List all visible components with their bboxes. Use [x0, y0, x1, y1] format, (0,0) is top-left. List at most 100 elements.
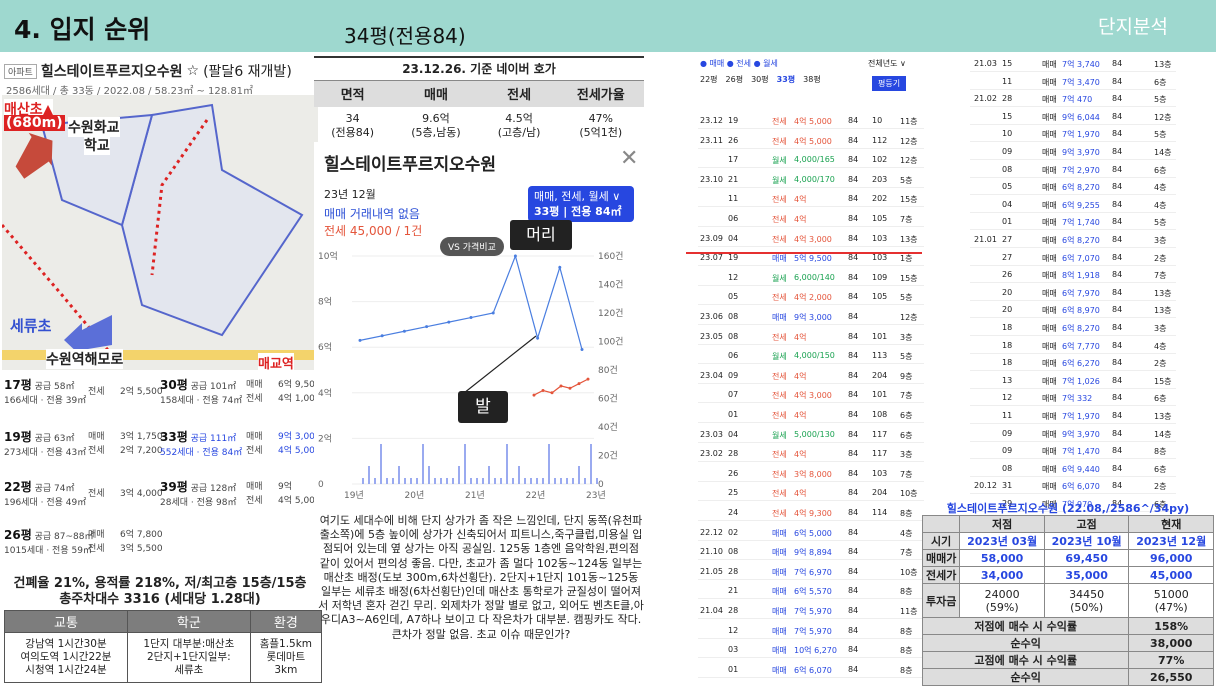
- table-row[interactable]: 21.10 08 매매 84 7층 9억 8,894: [698, 543, 924, 561]
- table-row[interactable]: 05 전세 84 105 5층 4억 2,000: [698, 288, 924, 306]
- listing-30[interactable]: 30평 공급 101㎡ 158세대 · 전용 74㎡: [160, 376, 242, 406]
- table-row[interactable]: 13 매매 7억 1,026 84 15층: [970, 371, 1176, 389]
- table-row[interactable]: 06 전세 84 105 7층 4억: [698, 210, 924, 227]
- size-tab[interactable]: 22평: [700, 74, 718, 85]
- table-row[interactable]: 03 매매 84 8층 10억 6,270: [698, 641, 924, 659]
- table-row[interactable]: 20 매매 6억 8,970 84 13층: [970, 300, 1176, 319]
- listing-33[interactable]: 33평 공급 111㎡ 552세대 · 전용 84㎡: [160, 428, 242, 458]
- listing-26-type: 매매 전세: [88, 530, 105, 554]
- table-row[interactable]: 23.09 04 전세 84 103 13층 4억 3,000: [698, 230, 924, 247]
- size-tab[interactable]: 33평: [777, 74, 796, 85]
- table-row[interactable]: 21.05 28 매매 84 10층 7억 6,970: [698, 563, 924, 580]
- table-row[interactable]: 21.03 15 매매 7억 3,740 84 13층: [970, 54, 1176, 72]
- volume-bar: [536, 478, 538, 484]
- table-row[interactable]: 11 매매 7억 3,470 84 6층: [970, 72, 1176, 90]
- table-row[interactable]: 20.12 31 매매 6억 6,070 84 2층: [970, 476, 1176, 495]
- table-row[interactable]: 18 매매 6억 8,270 84 3층: [970, 318, 1176, 336]
- table-row[interactable]: 10 매매 7억 1,970 84 5층: [970, 124, 1176, 143]
- table-row[interactable]: 07 전세 84 101 7층 4억 3,000: [698, 386, 924, 404]
- volume-bar: [488, 466, 490, 484]
- table-row[interactable]: 08 매매 6억 9,440 84 6층: [970, 459, 1176, 477]
- volume-bar: [428, 466, 430, 484]
- size-tab[interactable]: 38평: [803, 74, 821, 85]
- listing-39[interactable]: 39평 공급 128㎡ 28세대 · 전용 98㎡: [160, 478, 236, 508]
- table-row[interactable]: 11 매매 7억 1,970 84 13층: [970, 406, 1176, 424]
- y-tick-right: 100건: [598, 337, 623, 348]
- table-row[interactable]: 09 매매 9억 3,970 84 14층: [970, 424, 1176, 442]
- location-map[interactable]: 매산초▲ (680m) 수원화교 학교 세류초 수원역해모로 매교역: [2, 95, 318, 370]
- register-button[interactable]: 평등기: [872, 76, 907, 91]
- location-table: 교통 학군 환경 강남역 1시간30분 여의도역 1시간22분 시청역 1시간24분…: [4, 610, 323, 683]
- table-row[interactable]: 27 매매 6억 7,070 84 2층: [970, 248, 1176, 266]
- table-row[interactable]: 23.11 26 전세 84 112 12층 4억 5,000: [698, 132, 924, 149]
- table-row[interactable]: 20 매매 6억 7,970 84 13층: [970, 283, 1176, 301]
- volume-bar: [452, 478, 454, 484]
- table-row[interactable]: 08 매매 7억 2,970 84 6층: [970, 160, 1176, 178]
- table-row[interactable]: 23.06 08 매매 84 12층 9억 3,000: [698, 308, 924, 325]
- table-row[interactable]: 23.12 19 전세 84 10 11층 4억 5,000: [698, 112, 924, 129]
- table-row[interactable]: 01 매매 84 8층 6억 6,070: [698, 661, 924, 678]
- table-row[interactable]: 01 전세 84 108 6층 4억: [698, 406, 924, 423]
- volume-bar: [566, 478, 568, 484]
- table-row[interactable]: 23.02 28 전세 84 117 3층 4억: [698, 445, 924, 463]
- volume-bar: [470, 478, 472, 484]
- table-row[interactable]: 17 월세 84 102 12층 4,000/165: [698, 151, 924, 169]
- table-row[interactable]: 12 매매 7억 332 84 6층: [970, 388, 1176, 407]
- volume-bar: [554, 478, 556, 484]
- listing-17-type: 전세: [88, 387, 105, 397]
- table-row[interactable]: 25 전세 84 204 10층 4억: [698, 484, 924, 502]
- y-tick-left: 6억: [318, 341, 332, 353]
- y-tick-right: 60건: [598, 394, 618, 405]
- volume-bar: [392, 478, 394, 484]
- table-row[interactable]: 06 월세 84 113 5층 4,000/150: [698, 347, 924, 365]
- listing-33-type: 매매 전세: [246, 432, 263, 456]
- listing-22[interactable]: 22평 공급 74㎡ 196세대 · 전용 49㎡: [4, 478, 86, 508]
- table-row[interactable]: 26 전세 84 103 7층 3억 8,000: [698, 465, 924, 482]
- table-row[interactable]: 09 매매 7억 1,470 84 8층: [970, 441, 1176, 460]
- table-row[interactable]: 26 매매 8억 1,918 84 7층: [970, 265, 1176, 284]
- table-row[interactable]: 23.10 21 월세 84 203 5층 4,000/170: [698, 171, 924, 188]
- table-row[interactable]: 15 매매 9억 6,044 84 12층: [970, 107, 1176, 125]
- table-row[interactable]: 05 매매 6억 8,270 84 4층: [970, 177, 1176, 196]
- table-row[interactable]: 09 매매 9억 3,970 84 14층: [970, 142, 1176, 160]
- table-row[interactable]: 04 매매 6억 9,255 84 4층: [970, 195, 1176, 213]
- y-tick-right: 0: [598, 480, 604, 490]
- table-row[interactable]: 01 매매 7억 1,740 84 5층: [970, 212, 1176, 231]
- table-row[interactable]: 23.04 09 전세 84 204 9층 4억: [698, 367, 924, 384]
- pointer-arrow: [463, 335, 537, 394]
- x-tick: 21년: [465, 490, 485, 501]
- size-tab[interactable]: 26평: [726, 74, 744, 85]
- table-row[interactable]: 21 매매 84 8층 6억 5,570: [698, 582, 924, 600]
- table-row[interactable]: 21.04 28 매매 84 11층 7억 5,970: [698, 602, 924, 619]
- volume-bar: [386, 478, 388, 484]
- cell-school: 1단지 대부분:매산초 2단지+1단지일부: 세류초: [126, 632, 251, 683]
- table-row[interactable]: 21.02 28 매매 7억 470 84 5층: [970, 89, 1176, 108]
- volume-bar: [458, 466, 460, 484]
- table-row[interactable]: 18 매매 6억 7,770 84 4층: [970, 336, 1176, 354]
- favorite-star-icon[interactable]: ☆: [187, 63, 200, 79]
- table-row[interactable]: 12 월세 84 109 15층 6,000/140: [698, 269, 924, 286]
- table-row[interactable]: 11 전세 84 202 15층 4억: [698, 190, 924, 208]
- table-row[interactable]: 18 매매 6억 6,270 84 2층: [970, 353, 1176, 372]
- col-school: 학군: [126, 610, 251, 633]
- table-row[interactable]: 21.01 27 매매 6억 8,270 84 3층: [970, 230, 1176, 248]
- table-row[interactable]: 23.05 08 전세 84 101 3층 4억: [698, 328, 924, 345]
- table-row[interactable]: 23.03 04 월세 84 117 6층 5,000/130: [698, 426, 924, 443]
- y-tick-left: 2억: [318, 432, 332, 444]
- close-icon[interactable]: ✕: [620, 146, 638, 171]
- table-row[interactable]: 12 매매 84 8층 7억 5,970: [698, 622, 924, 639]
- volume-bar: [422, 444, 424, 484]
- table-row[interactable]: 24 전세 84 114 8층 4억 9,300: [698, 504, 924, 521]
- year-select[interactable]: 전체년도 ∨: [868, 58, 906, 69]
- size-tab[interactable]: 30평: [751, 74, 769, 85]
- estate-name[interactable]: 힐스테이트푸르지오수원: [41, 61, 183, 81]
- table-row[interactable]: 22.12 02 매매 84 4층 6억 5,000: [698, 524, 924, 541]
- listing-17[interactable]: 17평 공급 58㎡ 166세대 · 전용 39㎡: [4, 376, 86, 406]
- volume-bar: [530, 478, 532, 484]
- chart-filter-dropdown[interactable]: 매매, 전세, 월세 ∨ 33평 | 전용 84㎡: [528, 186, 634, 222]
- listing-26[interactable]: 26평 공급 87~88㎡ 1015세대 · 전용 59㎡: [4, 526, 94, 556]
- listing-19[interactable]: 19평 공급 63㎡ 273세대 · 전용 43㎡: [4, 428, 86, 458]
- compare-button[interactable]: VS 가격비교: [440, 237, 504, 256]
- volume-bar: [500, 478, 502, 484]
- volume-bar: [434, 478, 436, 484]
